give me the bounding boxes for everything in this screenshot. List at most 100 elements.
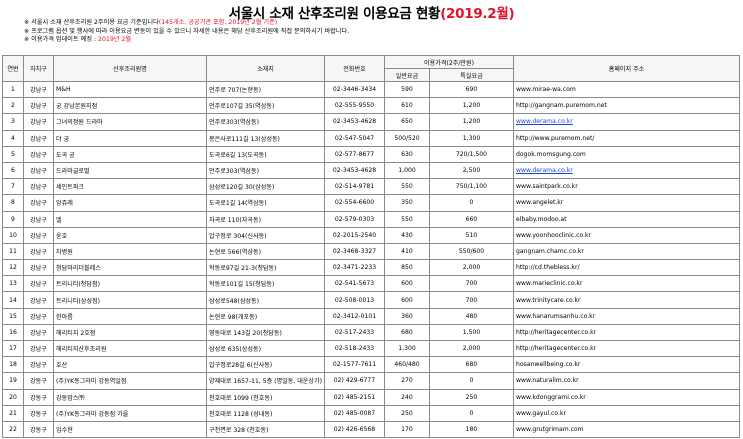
note-line: ※ 프로그램 옵션 및 행사에 따라 이용요금 변동이 있을 수 있으니 자세한…: [24, 28, 349, 37]
cell-homepage: dogok.momsgung.com: [513, 145, 740, 163]
cell-homepage: www.derama.co.kr: [513, 113, 740, 131]
cell-general: 680: [384, 323, 430, 342]
cell-district: 강동구: [23, 372, 54, 390]
cell-general: 460/480: [384, 356, 430, 374]
cell-name: 차병원: [53, 242, 207, 261]
header-homepage: 홈페이지 주소: [513, 55, 740, 82]
cell-name: 드라마글로벌: [53, 161, 207, 180]
table-row: 6 강남구 드라마글로벌 언주로303(역삼동) 02-3453-4628 1,000 2,…: [2, 161, 740, 180]
cell-no: 12: [2, 259, 24, 277]
homepage-link: http://gangnam.puremom.net: [516, 102, 607, 110]
cell-homepage: www.mirae-wa.com: [513, 80, 740, 99]
cell-no: 18: [2, 356, 24, 374]
note-text: ※ 서울시 소재 산후조리원 2주이용 요금 기준입니다: [24, 19, 159, 26]
cell-homepage: www.grutgrimam.com: [513, 420, 740, 439]
cell-address: 봉은사로111길 13(삼성동): [206, 129, 325, 147]
homepage-link[interactable]: www.derama.co.kr: [516, 118, 573, 125]
cell-phone: 02) 485-2151: [324, 388, 385, 406]
cell-address: 언주로107길 35(역삼동): [206, 97, 325, 115]
cell-name: (주)YK동그라미 강동역일점: [53, 372, 207, 390]
cell-general: 500/520: [384, 129, 430, 147]
cell-address: 학동로101길 15(청담동): [206, 275, 325, 293]
cell-name: 궁 강남본원지점: [53, 97, 207, 115]
cell-phone: 02-555-9550: [324, 97, 385, 115]
table-row: 21 강동구 (주)YK동그라미 강동점 가을 천호대로 1128 (성내동) 02) …: [2, 404, 740, 422]
homepage-link: http://cd.thebless.kr/: [516, 264, 580, 272]
cell-name: 헤리티지산후조리원: [53, 339, 207, 358]
cell-homepage: www.trinitycare.co.kr: [513, 291, 740, 309]
cell-general: 850: [384, 259, 430, 277]
cell-special: 1,200: [429, 113, 514, 131]
cell-general: 600: [384, 291, 430, 309]
table-row: 15 강남구 한아름 논현로 98(개포동) 02-3412-0101 360 480 www…: [2, 307, 740, 325]
cell-general: 1,000: [384, 161, 430, 180]
cell-name: 강동맘스㈜: [53, 388, 207, 406]
cell-address: 천호대로 1099 (천호동): [206, 388, 325, 406]
cell-name: 도곡 궁: [53, 145, 207, 163]
table-row: 9 강남구 엘 자곡로 110(자곡동) 02-579-0303 550 660 elbaby…: [2, 210, 740, 228]
cell-district: 강동구: [23, 404, 54, 422]
cell-district: 강남구: [23, 80, 54, 99]
cell-district: 강남구: [23, 145, 54, 163]
homepage-link: www.hanarumsanhu.co.kr: [516, 312, 596, 320]
cell-homepage: http://gangnam.puremom.net: [513, 97, 740, 115]
cell-homepage: http://heritagecenter.co.kr: [513, 339, 740, 358]
homepage-link[interactable]: www.derama.co.kr: [516, 167, 573, 174]
homepage-link: www.angelet.kr: [516, 199, 564, 207]
cell-special: 550/600: [429, 242, 514, 261]
note-text: ※ 이용가격 업데이트 예정 :: [24, 36, 99, 44]
cell-no: 8: [2, 194, 24, 212]
cell-address: 논현로 566(역삼동): [206, 242, 325, 261]
cell-phone: 02-3412-0101: [324, 307, 385, 325]
cell-no: 21: [2, 404, 24, 422]
cell-special: 2,000: [429, 259, 514, 277]
table-row: 14 강남구 트리니티(삼성점) 삼성로548(삼성동) 02-508-0013 600 7…: [2, 291, 740, 309]
table-row: 13 강남구 트리니티(청담점) 학동로101길 15(청담동) 02-541-5673…: [2, 275, 740, 293]
cell-special: 2,000: [429, 339, 514, 358]
homepage-link: http://heritagecenter.co.kr: [516, 345, 597, 353]
table-row: 19 강동구 (주)YK동그라미 강동역일점 양재대로 1657-11, 5층 (명일…: [2, 372, 740, 390]
cell-general: 550: [384, 210, 430, 228]
cell-no: 3: [2, 113, 24, 131]
cell-district: 강남구: [23, 323, 54, 342]
cell-address: 천호대로 1128 (성내동): [206, 404, 325, 422]
cell-address: 논현로 98(개포동): [206, 307, 325, 325]
cell-no: 9: [2, 210, 24, 228]
cell-address: 도곡로1길 14(역삼동): [206, 194, 325, 212]
homepage-link: www.kdonggrami.co.kr: [516, 393, 586, 401]
table-row: 2 강남구 궁 강남본원지점 언주로107길 35(역삼동) 02-555-9550 61…: [2, 97, 740, 115]
header-phone: 전화번호: [324, 55, 385, 82]
cell-district: 강동구: [23, 388, 54, 406]
table-row: 7 강남구 세인트파크 삼성로120길 30(삼성동) 02-514-9781 550 75…: [2, 178, 740, 196]
header-price-group: 이용가격(2주/만원): [384, 55, 514, 69]
note-text: ※ 프로그램 옵션 및 행사에 따라 이용요금 변동이 있을 수 있으니 자세한…: [24, 27, 350, 35]
cell-district: 강남구: [23, 275, 54, 293]
cell-special: 2,500: [429, 161, 514, 180]
table-row: 1 강남구 M&H 언주로 707(논현동) 02-3446-3434 590 690 www…: [2, 80, 740, 99]
table-row: 8 강남구 앙쥬레 도곡로1길 14(역삼동) 02-554-6600 350 0 www.a…: [2, 194, 740, 212]
cell-name: 윤호: [53, 226, 207, 244]
cell-no: 20: [2, 388, 24, 406]
cell-address: 도곡로6길 13(도곡동): [206, 145, 325, 163]
table-row: 10 강남구 윤호 압구정로 304(신사동) 02-2015-2540 430 510 ww…: [2, 226, 740, 244]
cell-phone: 02-514-9781: [324, 178, 385, 196]
table-row: 4 강남구 더 궁 봉은사로111길 13(삼성동) 02-547-5047 500/52…: [2, 129, 740, 147]
notes: ※ 서울시 소재 산후조리원 2주이용 요금 기준입니다(145개소, 공공기관…: [24, 19, 349, 45]
table-header: 연번 자치구 산후조리원명 소재지 전화번호 이용가격(2주/만원) 홈페이지 …: [2, 55, 740, 82]
cell-homepage: http://heritagecenter.co.kr: [513, 323, 740, 342]
cell-phone: 02-518-2433: [324, 339, 385, 358]
cell-phone: 02-3468-3327: [324, 242, 385, 261]
cell-homepage: elbaby.modoo.at: [513, 210, 740, 228]
cell-district: 강남구: [23, 97, 54, 115]
cell-special: 0: [429, 372, 514, 390]
cell-address: 양재대로 1657-11, 5층 (명일동, 대운상가): [206, 372, 325, 390]
cell-phone: 02-3446-3434: [324, 80, 385, 99]
header-general: 일반요금: [384, 68, 430, 82]
homepage-link: www.naturalim.co.kr: [516, 377, 579, 385]
cell-address: 압구정로28길 6(신사동): [206, 356, 325, 374]
note-highlight: (145개소, 공공기관 포함, 2019년 2월 기준): [158, 19, 278, 26]
cell-no: 2: [2, 97, 24, 115]
homepage-link: www.gayul.co.kr: [516, 409, 566, 417]
cell-name: 청담마리더블레스: [53, 259, 207, 277]
cell-phone: 02-554-6600: [324, 194, 385, 212]
